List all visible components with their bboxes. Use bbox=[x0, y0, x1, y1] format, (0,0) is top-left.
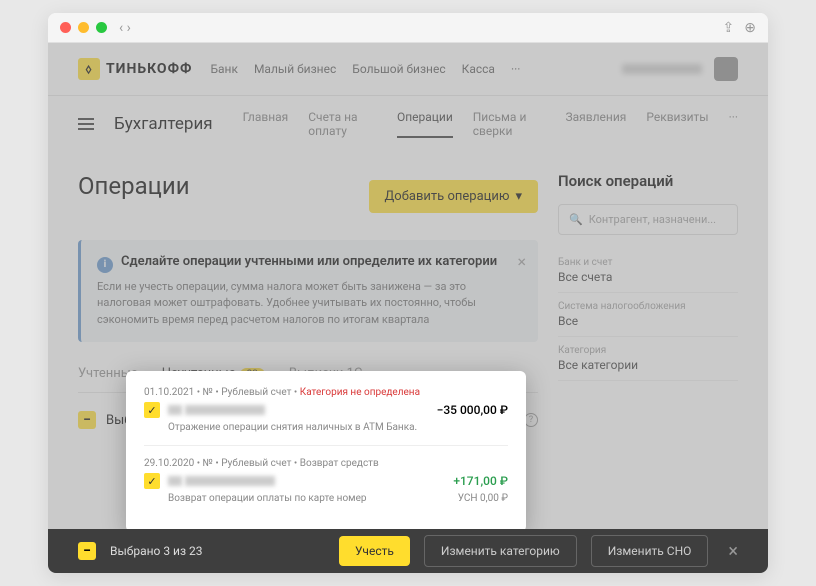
add-tab-icon[interactable]: ⊕ bbox=[744, 20, 756, 36]
max-dot[interactable] bbox=[96, 22, 107, 33]
action-bar: − Выбрано 3 из 23 Учесть Изменить катего… bbox=[48, 529, 768, 573]
bar-selected: Выбрано 3 из 23 bbox=[110, 544, 203, 558]
titlebar: ‹ › ⇪ ⊕ bbox=[48, 13, 768, 43]
deselect-icon[interactable]: − bbox=[78, 542, 96, 560]
operation-row[interactable]: 29.10.2020 • № • Рублевый счет • Возврат… bbox=[144, 458, 508, 516]
change-category-button[interactable]: Изменить категорию bbox=[424, 535, 577, 567]
checkbox-icon[interactable]: ✓ bbox=[144, 402, 160, 418]
close-dot[interactable] bbox=[60, 22, 71, 33]
operations-popup: 01.10.2021 • № • Рублевый счет • Категор… bbox=[126, 371, 526, 532]
checkbox-icon[interactable]: ✓ bbox=[144, 473, 160, 489]
min-dot[interactable] bbox=[78, 22, 89, 33]
share-icon[interactable]: ⇪ bbox=[723, 20, 735, 36]
close-bar-icon[interactable]: × bbox=[728, 541, 738, 562]
op-amount: +171,00 ₽ bbox=[453, 474, 508, 488]
op-amount: −35 000,00 ₽ bbox=[437, 403, 508, 417]
operation-row[interactable]: 01.10.2021 • № • Рублевый счет • Категор… bbox=[144, 387, 508, 446]
account-button[interactable]: Учесть bbox=[339, 536, 410, 566]
op-subamount: УСН 0,00 ₽ bbox=[458, 493, 508, 504]
category-warning: Категория не определена bbox=[300, 387, 420, 398]
nav-arrows[interactable]: ‹ › bbox=[119, 20, 131, 36]
change-sno-button[interactable]: Изменить СНО bbox=[591, 535, 709, 567]
